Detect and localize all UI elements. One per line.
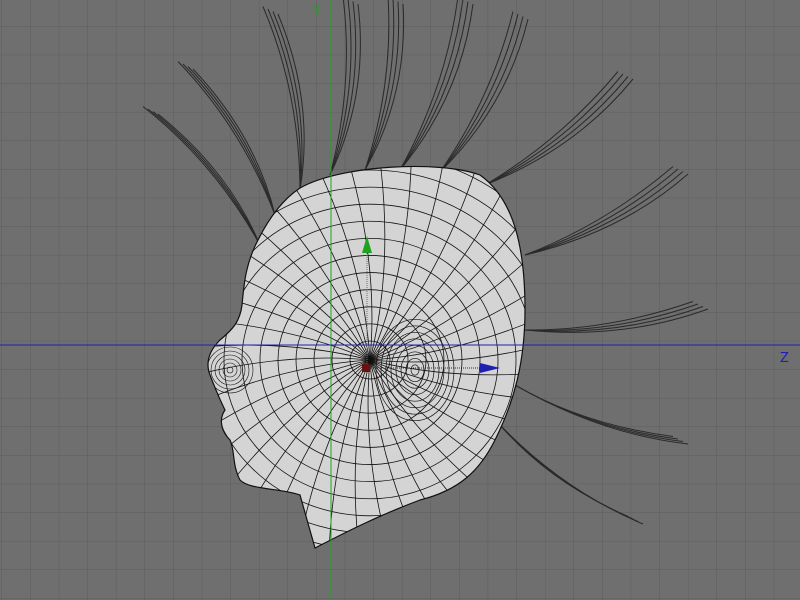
- viewport-scene[interactable]: [0, 0, 800, 600]
- axis-z-label: Z: [780, 351, 789, 366]
- axis-y-label: Y: [313, 4, 321, 19]
- pivot-point-icon[interactable]: [362, 364, 370, 372]
- 3d-viewport[interactable]: Y Z: [0, 0, 800, 600]
